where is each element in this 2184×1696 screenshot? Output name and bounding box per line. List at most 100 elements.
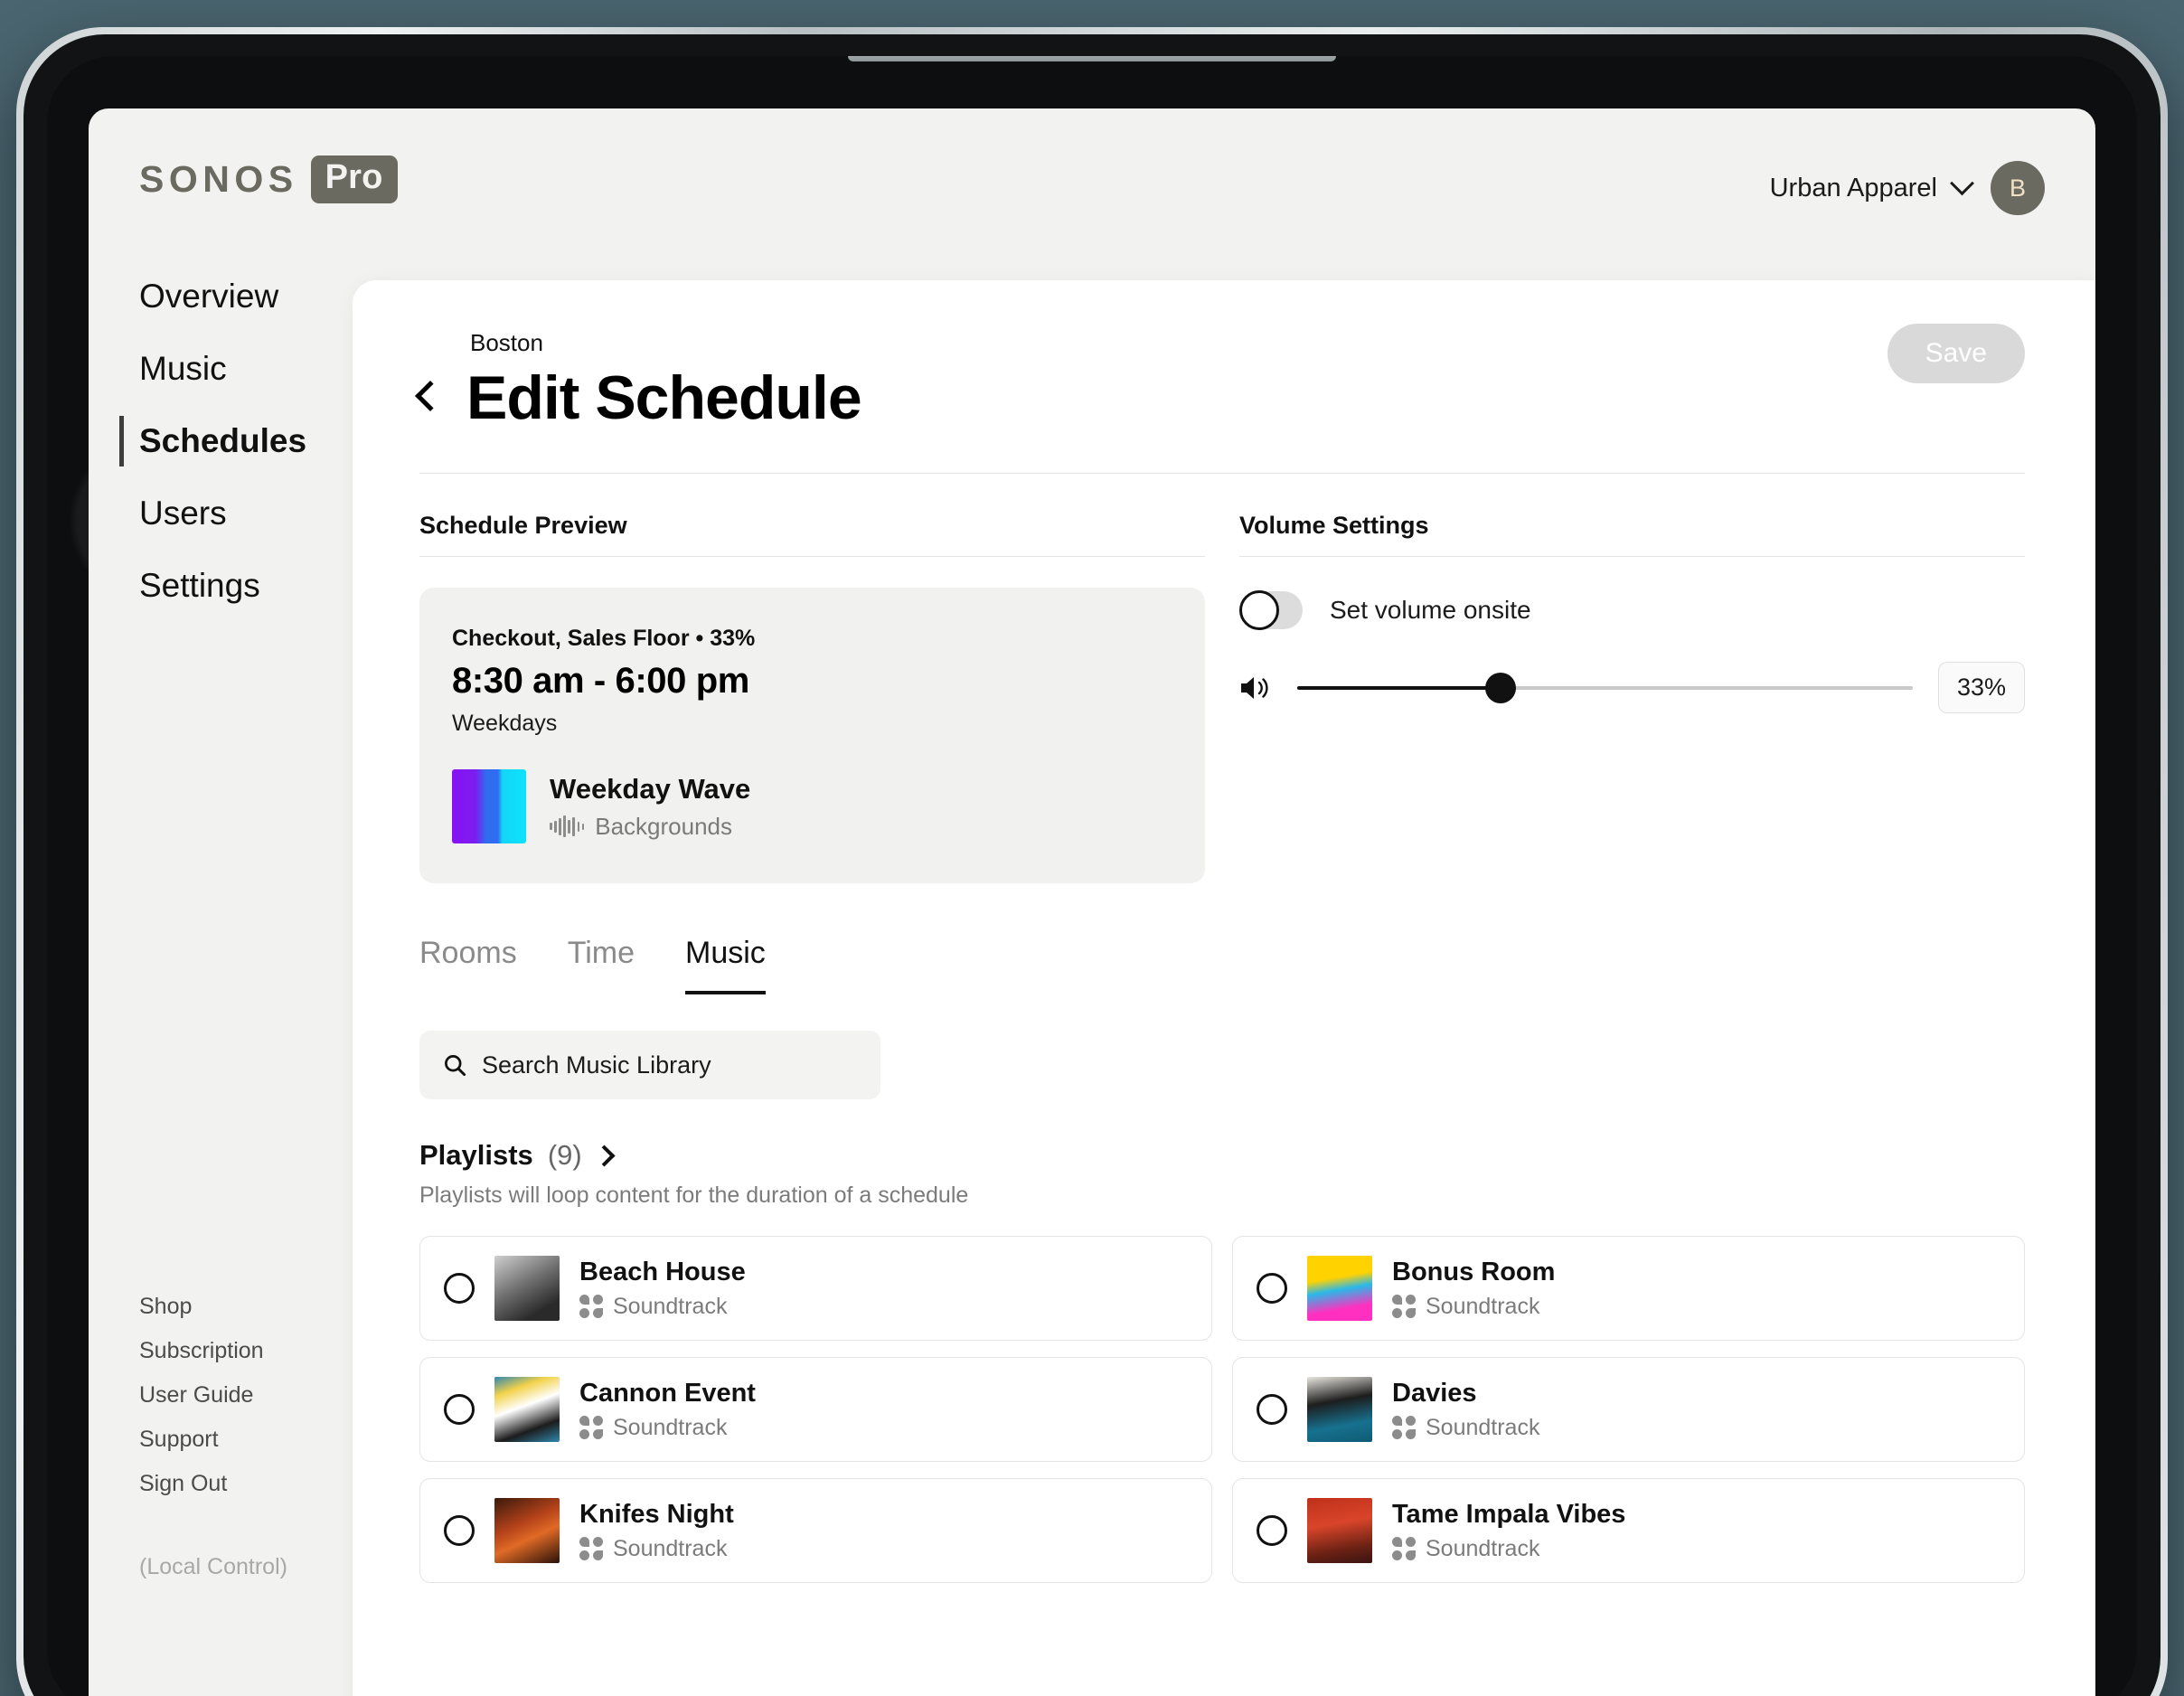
slider-filled-track [1297, 685, 1501, 690]
sidebar-item-music[interactable]: Music [139, 333, 331, 405]
soundtrack-icon [579, 1537, 603, 1560]
sidebar-secondary-nav: Shop Subscription User Guide Support Sig… [139, 1285, 264, 1506]
playlist-radio[interactable] [1257, 1273, 1287, 1304]
logo-wordmark: SONOS [139, 158, 298, 200]
sidebar-item-shop[interactable]: Shop [139, 1285, 264, 1329]
playlist-album-art [1307, 1256, 1372, 1321]
header-divider [419, 473, 2025, 474]
section-divider [1239, 556, 2025, 557]
schedule-preview-section: Schedule Preview Checkout, Sales Floor •… [419, 512, 1205, 883]
preview-track-source: Backgrounds [550, 813, 750, 841]
avatar-initial: B [2009, 174, 2026, 202]
playlist-source-label: Soundtrack [1426, 1293, 1540, 1319]
sidebar-main-nav: Overview Music Schedules Users Settings [119, 244, 331, 622]
playlist-row[interactable]: Davies Soundtrack [1232, 1357, 2025, 1462]
avatar[interactable]: B [1991, 161, 2045, 215]
soundtrack-icon [1392, 1295, 1416, 1318]
back-chevron-icon[interactable] [415, 381, 446, 411]
section-divider [419, 556, 1205, 557]
playlist-name: Tame Impala Vibes [1392, 1499, 1626, 1529]
playlist-album-art [1307, 1377, 1372, 1442]
playlist-row[interactable]: Knifes Night Soundtrack [419, 1478, 1212, 1583]
playlist-source: Soundtrack [579, 1415, 756, 1441]
edit-schedule-card: Boston Edit Schedule Save Schedule Previ… [353, 280, 2095, 1696]
preview-track: Weekday Wave Backgrounds [452, 769, 1172, 843]
breadcrumb: Boston [470, 329, 543, 356]
tab-time[interactable]: Time [568, 936, 635, 994]
tab-music[interactable]: Music [685, 936, 766, 994]
schedule-tabs: Rooms Time Music [419, 936, 2095, 994]
soundtrack-icon [1392, 1537, 1416, 1560]
toggle-knob [1239, 590, 1279, 630]
playlist-radio[interactable] [444, 1515, 475, 1546]
playlist-row[interactable]: Bonus Room Soundtrack [1232, 1236, 2025, 1341]
volume-slider[interactable] [1297, 668, 1913, 708]
slider-thumb[interactable] [1484, 672, 1516, 703]
playlist-name: Cannon Event [579, 1378, 756, 1408]
sidebar: Overview Music Schedules Users Settings … [89, 244, 331, 1696]
playlist-row[interactable]: Beach House Soundtrack [419, 1236, 1212, 1341]
chevron-right-icon[interactable] [593, 1144, 616, 1167]
page-title-row: Edit Schedule [415, 363, 2025, 433]
playlist-name: Knifes Night [579, 1499, 734, 1529]
playlist-name: Davies [1392, 1378, 1477, 1408]
org-switcher[interactable]: Urban Apparel [1769, 170, 1974, 203]
speaker-icon [1241, 676, 1268, 699]
playlist-radio[interactable] [444, 1394, 475, 1425]
page-title: Edit Schedule [466, 363, 862, 432]
volume-settings-heading: Volume Settings [1239, 512, 1429, 539]
tab-rooms[interactable]: Rooms [419, 936, 517, 994]
content-area: Boston Edit Schedule Save Schedule Previ… [331, 244, 2095, 1696]
playlist-row[interactable]: Tame Impala Vibes Soundtrack [1232, 1478, 2025, 1583]
playlist-source: Soundtrack [579, 1536, 734, 1562]
soundtrack-icon [579, 1416, 603, 1439]
schedule-preview-heading: Schedule Preview [419, 512, 627, 539]
sidebar-item-users[interactable]: Users [139, 477, 331, 550]
tablet-screen: SONOS Pro Urban Apparel B Overview Music… [89, 108, 2095, 1696]
volume-value-input[interactable]: 33% [1937, 662, 2025, 713]
playlist-radio[interactable] [1257, 1515, 1287, 1546]
sidebar-item-support[interactable]: Support [139, 1418, 264, 1462]
set-volume-onsite-toggle[interactable] [1239, 590, 1303, 630]
local-control-label: (Local Control) [139, 1554, 287, 1579]
sidebar-item-overview[interactable]: Overview [139, 260, 331, 333]
tablet-bezel: SONOS Pro Urban Apparel B Overview Music… [47, 56, 2137, 1696]
preview-track-name: Weekday Wave [550, 772, 751, 805]
chevron-down-icon [1950, 170, 1974, 195]
search-music-library[interactable]: Search Music Library [419, 1031, 880, 1099]
account-area: Urban Apparel B [1770, 161, 2045, 215]
playlist-album-art [494, 1256, 560, 1321]
org-name: Urban Apparel [1769, 173, 1937, 203]
sonos-pro-logo[interactable]: SONOS Pro [139, 155, 398, 203]
playlist-source: Soundtrack [1392, 1536, 1625, 1562]
sidebar-item-schedules[interactable]: Schedules [119, 405, 331, 477]
preview-rooms-volume: Checkout, Sales Floor • 33% [452, 626, 756, 651]
search-input[interactable]: Search Music Library [482, 1051, 711, 1079]
sidebar-item-settings[interactable]: Settings [139, 550, 331, 622]
tablet-midframe: SONOS Pro Urban Apparel B Overview Music… [24, 34, 2160, 1696]
preview-album-art [452, 769, 526, 843]
preview-source-label: Backgrounds [595, 812, 733, 840]
sidebar-item-sign-out[interactable]: Sign Out [139, 1462, 264, 1506]
playlists-title: Playlists [419, 1139, 533, 1171]
volume-slider-row: 33% [1239, 662, 2025, 713]
playlists-header[interactable]: Playlists (9) [419, 1139, 2025, 1172]
playlist-source-label: Soundtrack [613, 1293, 728, 1319]
playlist-radio[interactable] [1257, 1394, 1287, 1425]
tablet-speaker-grille [848, 56, 1336, 61]
playlist-album-art [1307, 1498, 1372, 1563]
app-topbar: SONOS Pro Urban Apparel B [89, 108, 2095, 244]
set-volume-onsite-label: Set volume onsite [1330, 596, 1531, 624]
sidebar-item-user-guide[interactable]: User Guide [139, 1373, 264, 1418]
playlist-row[interactable]: Cannon Event Soundtrack [419, 1357, 1212, 1462]
playlist-album-art [494, 1498, 560, 1563]
sidebar-item-subscription[interactable]: Subscription [139, 1329, 264, 1373]
playlist-source-label: Soundtrack [1426, 1535, 1540, 1561]
soundtrack-icon [1392, 1416, 1416, 1439]
save-button[interactable]: Save [1887, 324, 2025, 383]
search-icon [445, 1054, 466, 1076]
playlist-radio[interactable] [444, 1273, 475, 1304]
playlists-description: Playlists will loop content for the dura… [419, 1182, 969, 1208]
playlists-count: (9) [547, 1139, 582, 1171]
app-body: Overview Music Schedules Users Settings … [89, 244, 2095, 1696]
